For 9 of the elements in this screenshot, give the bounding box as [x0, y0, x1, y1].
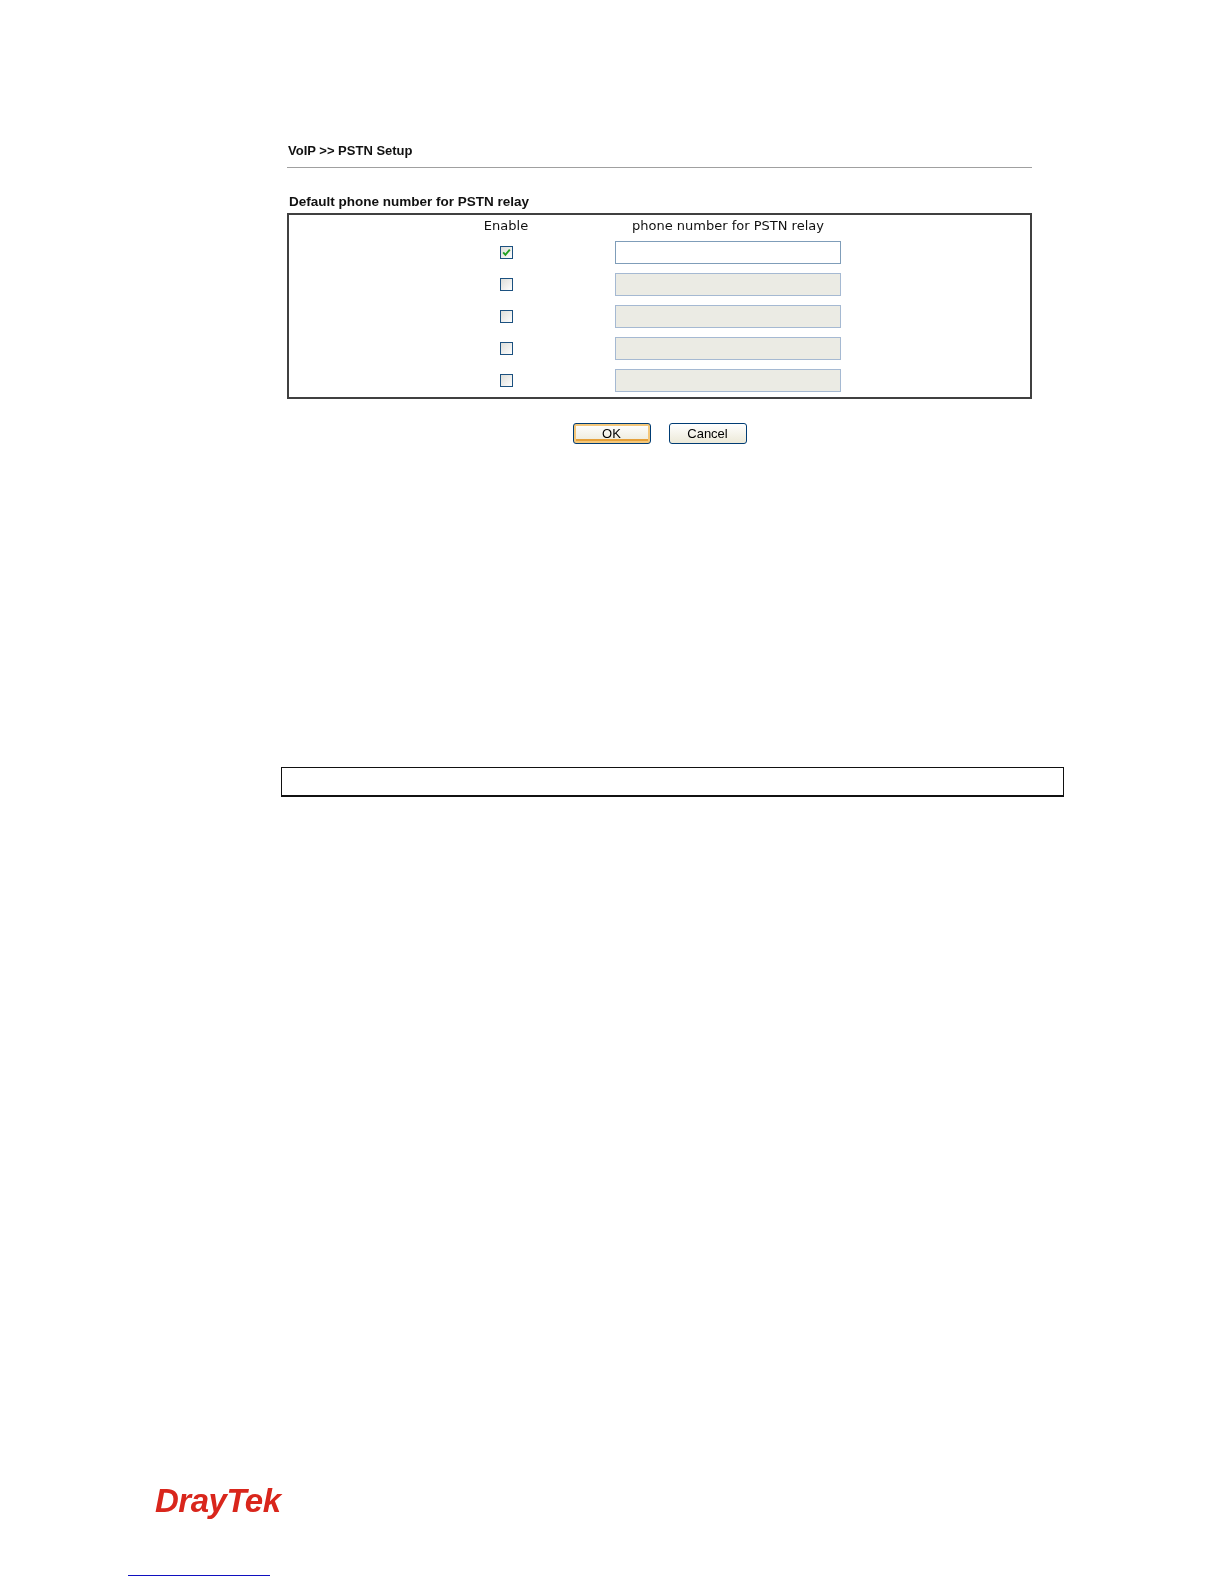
cancel-button[interactable]: Cancel	[668, 423, 747, 444]
checkbox[interactable]	[499, 245, 513, 259]
ok-button[interactable]: OK	[572, 423, 651, 444]
column-header: phone number for PSTN relay	[632, 218, 824, 233]
column-header: Enable	[483, 218, 529, 233]
phone-number-field[interactable]	[615, 240, 841, 264]
brand-logo: DrayTek	[155, 1485, 281, 1517]
page-title: VoIP >> PSTN Setup	[288, 143, 413, 159]
section-title: Default phone number for PSTN relay	[289, 194, 530, 210]
